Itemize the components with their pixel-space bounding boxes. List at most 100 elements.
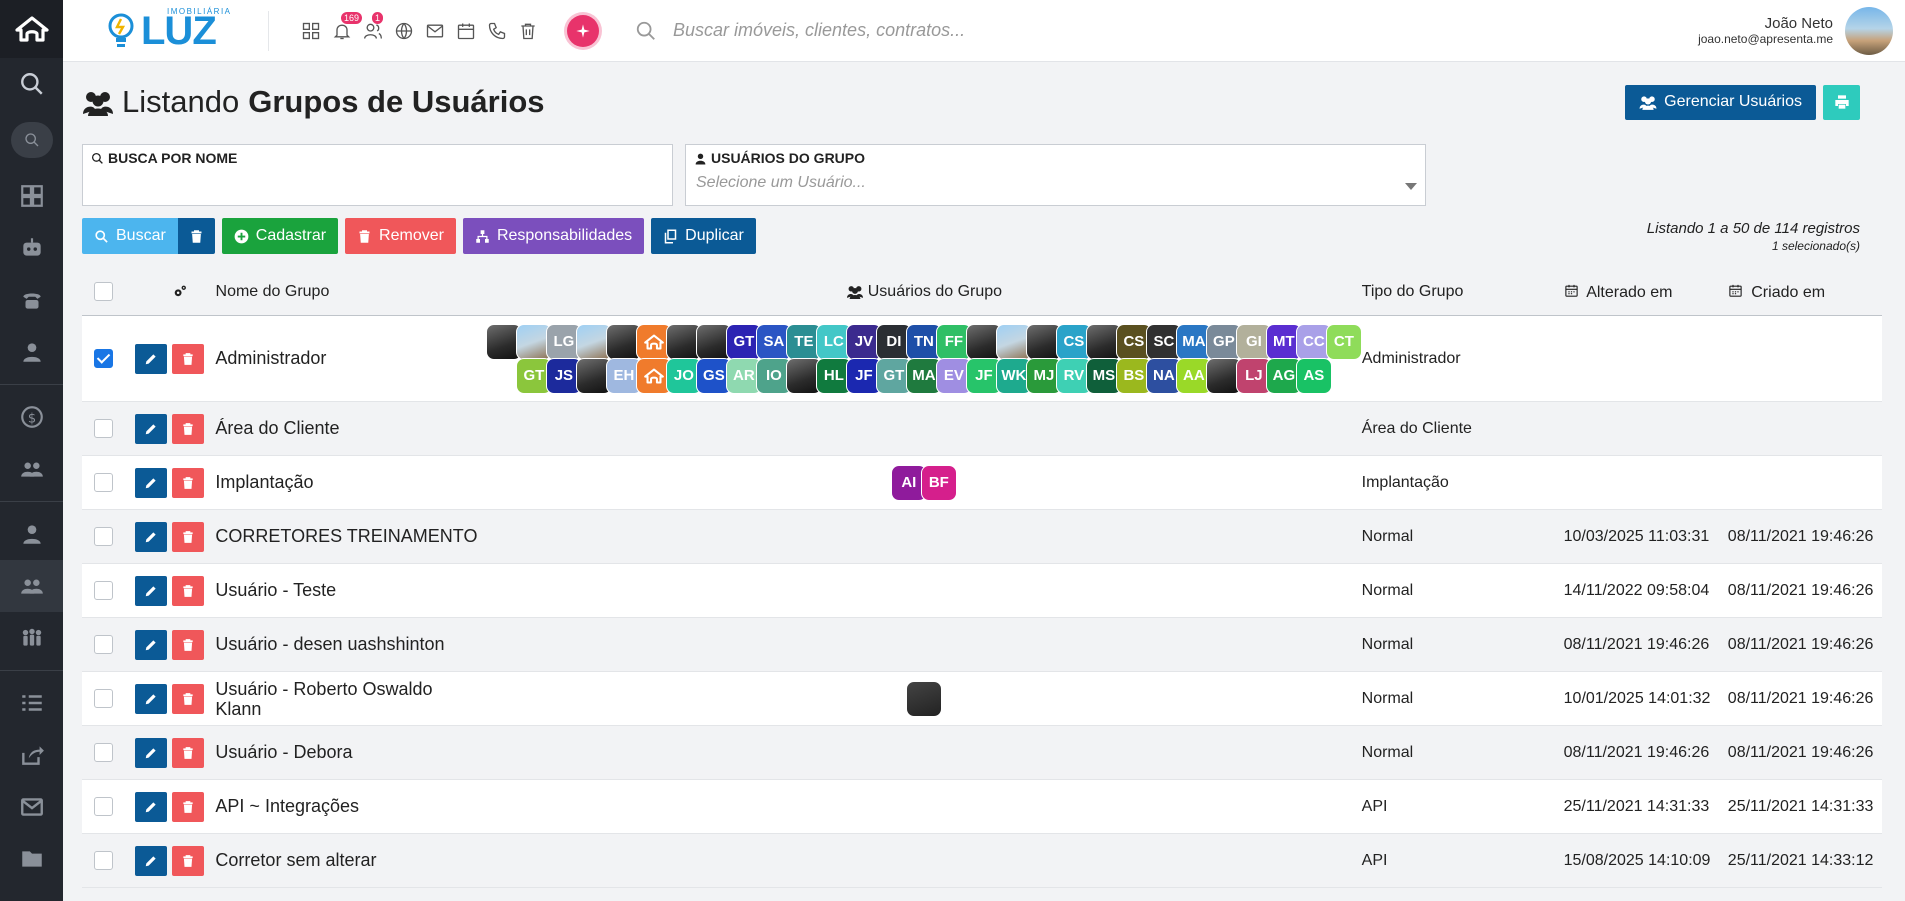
delete-trash-icon[interactable] [171, 683, 204, 714]
calendar-icon [1729, 284, 1742, 297]
chevron-down-icon[interactable] [1405, 183, 1417, 190]
delete-trash-icon[interactable] [171, 737, 204, 768]
row-checkbox[interactable] [94, 743, 114, 762]
delete-trash-icon[interactable] [171, 845, 204, 876]
created-date: 08/11/2021 19:46:26 [1727, 581, 1874, 599]
search-button[interactable]: Buscar [82, 218, 178, 254]
table-row[interactable]: CORRETORES TREINAMENTO Normal 10/03/2025 1… [82, 510, 1882, 564]
add-group-button[interactable]: Cadastrar [221, 218, 339, 254]
table-row[interactable]: Usuário - desen uashshinton Normal 08/11/2… [82, 618, 1882, 672]
remove-button[interactable]: Remover [345, 218, 456, 254]
brand-logo[interactable]: IMOBILIÁRIA LUZ [63, 7, 268, 51]
robot-icon[interactable] [0, 222, 63, 274]
search-icon[interactable] [0, 58, 63, 110]
finance-icon[interactable]: $ [0, 391, 63, 443]
row-checkbox[interactable] [94, 851, 114, 870]
folder-icon[interactable] [0, 833, 63, 885]
users-icon[interactable]: 1 [363, 11, 384, 41]
phone-call-icon[interactable] [487, 21, 507, 41]
delete-trash-icon[interactable] [171, 791, 204, 822]
table-row[interactable]: Usuário - Debora Normal 08/11/2021 19:46:2… [82, 726, 1882, 780]
user-avatar[interactable]: BF [920, 464, 957, 501]
groups-icon[interactable] [0, 443, 63, 495]
edit-pencil-icon[interactable] [134, 467, 167, 498]
user-groups-icon[interactable] [0, 560, 63, 612]
user-avatar[interactable]: AS [1295, 357, 1332, 394]
table-row[interactable]: Administrador LG GT SA TE LC JV DI TN FF CS CS SC MA G… [82, 316, 1882, 402]
created-date: 08/11/2021 19:46:26 [1727, 635, 1874, 653]
user-avatar[interactable]: CT [1325, 323, 1362, 360]
user-avatar[interactable] [905, 680, 942, 717]
person-icon[interactable] [0, 326, 63, 378]
tasks-icon[interactable] [0, 677, 63, 729]
apps-grid-icon[interactable] [301, 21, 321, 41]
row-checkbox[interactable] [94, 689, 114, 708]
row-checkbox[interactable] [94, 635, 114, 654]
responsibilities-button[interactable]: Responsabilidades [462, 218, 645, 254]
avatar[interactable] [1845, 6, 1893, 55]
edit-pencil-icon[interactable] [134, 791, 167, 822]
edit-pencil-icon[interactable] [134, 845, 167, 876]
header-group-name[interactable]: Nome do Grupo [208, 283, 487, 301]
trash-icon[interactable] [518, 21, 538, 41]
delete-trash-icon[interactable] [171, 575, 204, 606]
table-row[interactable]: Usuário - Teste Normal 14/11/2022 09:58:04… [82, 564, 1882, 618]
manage-users-button[interactable]: Gerenciar Usuários [1625, 84, 1816, 120]
globe-icon[interactable] [394, 21, 414, 41]
duplicate-button[interactable]: Duplicar [651, 218, 756, 254]
delete-trash-icon[interactable] [171, 521, 204, 552]
sitemap-icon [476, 229, 489, 243]
dashboard-icon[interactable] [0, 170, 63, 222]
delete-trash-icon[interactable] [171, 629, 204, 660]
header-altered[interactable]: Alterado em [1586, 284, 1672, 301]
users-select[interactable]: Selecione um Usuário... [686, 166, 1425, 192]
group-name: Usuário - desen uashshinton [215, 634, 445, 654]
mail-icon[interactable] [0, 781, 63, 833]
edit-pencil-icon[interactable] [134, 413, 167, 444]
edit-pencil-icon[interactable] [134, 629, 167, 660]
table-row[interactable]: Implantação AI BF Implantação [82, 456, 1882, 510]
header-group-type[interactable]: Tipo do Grupo [1362, 283, 1564, 301]
users-filter[interactable]: USUÁRIOS DO GRUPO Selecione um Usuário..… [685, 144, 1426, 206]
sidebar-search-button[interactable] [10, 122, 53, 158]
edit-pencil-icon[interactable] [134, 521, 167, 552]
row-checkbox[interactable] [94, 527, 114, 546]
edit-pencil-icon[interactable] [134, 737, 167, 768]
name-filter[interactable]: BUSCA POR NOME [82, 144, 673, 206]
row-checkbox[interactable] [94, 581, 114, 600]
table-row[interactable]: Corretor sem alterar API 15/08/2025 14:10:… [82, 834, 1882, 888]
responsibilities-label: Responsabilidades [496, 227, 633, 244]
delete-trash-icon[interactable] [171, 467, 204, 498]
row-checkbox[interactable] [94, 797, 114, 816]
row-checkbox[interactable] [94, 349, 114, 368]
row-checkbox[interactable] [94, 473, 114, 492]
bell-icon[interactable]: 169 [332, 11, 363, 41]
edit-pencil-icon[interactable] [134, 683, 167, 714]
header-created[interactable]: Criado em [1751, 284, 1825, 301]
calendar-icon[interactable] [456, 21, 476, 41]
row-checkbox[interactable] [94, 419, 114, 438]
ai-sparkle-icon[interactable] [567, 14, 599, 47]
clear-filters-button[interactable] [177, 218, 215, 254]
edit-pencil-icon[interactable] [134, 343, 167, 374]
app-logo-icon[interactable] [0, 0, 63, 58]
header-group-users[interactable]: Usuários do Grupo [868, 283, 1002, 301]
table-row[interactable]: API ~ Integrações API 25/11/2021 14:31:33 2… [82, 780, 1882, 834]
share-icon[interactable] [0, 729, 63, 781]
phone-icon[interactable] [0, 274, 63, 326]
user-icon[interactable] [0, 508, 63, 560]
delete-trash-icon[interactable] [171, 343, 204, 374]
listing-count: Listando 1 a 50 de 114 registros 1 selec… [1647, 220, 1860, 253]
select-all-checkbox[interactable] [94, 282, 114, 301]
name-filter-value[interactable] [83, 166, 672, 174]
global-search-input[interactable] [673, 20, 1173, 41]
table-row[interactable]: Área do Cliente Área do Cliente [82, 402, 1882, 456]
table-row[interactable]: Usuário - Roberto Oswaldo Klann Normal 10/… [82, 672, 1882, 726]
created-date: 08/11/2021 19:46:26 [1727, 743, 1874, 761]
delete-trash-icon[interactable] [171, 413, 204, 444]
team-icon[interactable] [0, 612, 63, 664]
envelope-icon[interactable] [425, 21, 445, 41]
edit-pencil-icon[interactable] [134, 575, 167, 606]
print-button[interactable] [1823, 84, 1860, 120]
user-menu[interactable]: João Neto joao.neto@apresenta.me [1698, 6, 1893, 55]
